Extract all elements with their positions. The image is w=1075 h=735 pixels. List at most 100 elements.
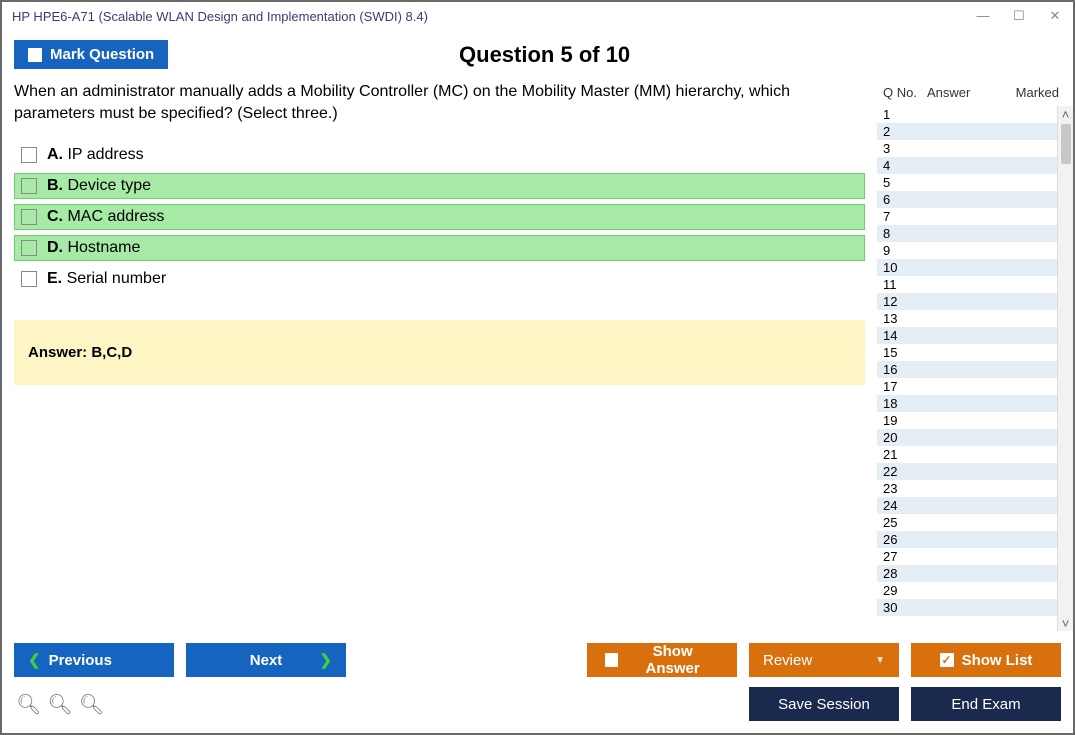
end-exam-button[interactable]: End Exam [911,687,1061,721]
row-qno: 22 [883,463,927,480]
sidebar-list: 1234567891011121314151617181920212223242… [877,106,1073,631]
row-qno: 19 [883,412,927,429]
option-row[interactable]: E. Serial number [14,266,865,292]
row-qno: 25 [883,514,927,531]
sidebar-row[interactable]: 28 [877,565,1073,582]
titlebar: HP HPE6-A71 (Scalable WLAN Design and Im… [2,2,1073,30]
sidebar-row[interactable]: 29 [877,582,1073,599]
mark-question-label: Mark Question [50,46,154,63]
row-qno: 3 [883,140,927,157]
option-label: B. Device type [47,177,151,195]
sidebar-row[interactable]: 19 [877,412,1073,429]
option-checkbox[interactable] [21,178,37,194]
sidebar-row[interactable]: 5 [877,174,1073,191]
footer: ❮ Previous Next ❯ Show Answer Review ▼ ✓… [2,631,1073,733]
zoom-in-icon[interactable]: 🔍︎ [16,692,41,717]
sidebar-row[interactable]: 21 [877,446,1073,463]
close-icon[interactable]: ✕ [1047,8,1063,24]
scroll-down-icon[interactable]: ˅ [1062,615,1070,631]
sidebar-row[interactable]: 12 [877,293,1073,310]
option-row[interactable]: B. Device type [14,173,865,199]
sidebar-row[interactable]: 30 [877,599,1073,616]
row-qno: 26 [883,531,927,548]
option-label: E. Serial number [47,270,166,288]
maximize-icon[interactable]: ☐ [1011,8,1027,24]
end-exam-label: End Exam [951,696,1020,713]
content-area: When an administrator manually adds a Mo… [2,81,1073,631]
sidebar-rows[interactable]: 1234567891011121314151617181920212223242… [877,106,1073,631]
sidebar-row[interactable]: 9 [877,242,1073,259]
window-title: HP HPE6-A71 (Scalable WLAN Design and Im… [12,9,428,24]
option-checkbox[interactable] [21,209,37,225]
scroll-thumb[interactable] [1061,124,1071,164]
zoom-icon[interactable]: 🔍︎ [47,692,72,717]
option-label: D. Hostname [47,239,140,257]
sidebar-row[interactable]: 2 [877,123,1073,140]
sidebar-row[interactable]: 15 [877,344,1073,361]
row-qno: 21 [883,446,927,463]
sidebar-row[interactable]: 8 [877,225,1073,242]
show-list-label: Show List [962,652,1033,669]
col-answer: Answer [927,85,1015,100]
sidebar-row[interactable]: 26 [877,531,1073,548]
show-list-button[interactable]: ✓ Show List [911,643,1061,677]
sidebar-row[interactable]: 6 [877,191,1073,208]
row-qno: 24 [883,497,927,514]
previous-button[interactable]: ❮ Previous [14,643,174,677]
sidebar-row[interactable]: 7 [877,208,1073,225]
sidebar-row[interactable]: 11 [877,276,1073,293]
option-label: C. MAC address [47,208,164,226]
option-checkbox[interactable] [21,147,37,163]
scroll-up-icon[interactable]: ˄ [1062,106,1070,122]
chevron-left-icon: ❮ [28,651,41,669]
previous-label: Previous [49,652,112,669]
sidebar-row[interactable]: 25 [877,514,1073,531]
chevron-right-icon: ❯ [319,651,332,669]
sidebar-row[interactable]: 14 [877,327,1073,344]
sidebar-row[interactable]: 22 [877,463,1073,480]
minimize-icon[interactable]: — [975,8,991,24]
row-qno: 6 [883,191,927,208]
checkbox-icon [605,653,618,667]
next-button[interactable]: Next ❯ [186,643,346,677]
row-qno: 16 [883,361,927,378]
options-list: A. IP address B. Device type C. MAC addres… [14,142,865,292]
zoom-out-icon[interactable]: 🔍︎ [79,692,104,717]
sidebar-row[interactable]: 10 [877,259,1073,276]
next-label: Next [250,652,283,669]
save-session-label: Save Session [778,696,870,713]
row-qno: 12 [883,293,927,310]
option-checkbox[interactable] [21,271,37,287]
option-checkbox[interactable] [21,240,37,256]
row-qno: 2 [883,123,927,140]
option-row[interactable]: A. IP address [14,142,865,168]
show-answer-label: Show Answer [626,643,719,677]
row-qno: 28 [883,565,927,582]
col-qno: Q No. [883,85,927,100]
option-row[interactable]: C. MAC address [14,204,865,230]
sidebar-row[interactable]: 13 [877,310,1073,327]
sidebar-header: Q No. Answer Marked [877,81,1073,106]
sidebar-row[interactable]: 17 [877,378,1073,395]
sidebar-row[interactable]: 4 [877,157,1073,174]
show-answer-button[interactable]: Show Answer [587,643,737,677]
checkbox-icon [28,48,42,62]
sidebar-row[interactable]: 20 [877,429,1073,446]
sidebar-row[interactable]: 27 [877,548,1073,565]
question-panel: When an administrator manually adds a Mo… [2,81,877,631]
footer-row-1: ❮ Previous Next ❯ Show Answer Review ▼ ✓… [14,643,1061,677]
mark-question-button[interactable]: Mark Question [14,40,168,69]
row-qno: 10 [883,259,927,276]
scrollbar[interactable]: ˄ ˅ [1057,106,1073,631]
sidebar-row[interactable]: 18 [877,395,1073,412]
row-qno: 13 [883,310,927,327]
sidebar-row[interactable]: 16 [877,361,1073,378]
sidebar-row[interactable]: 24 [877,497,1073,514]
save-session-button[interactable]: Save Session [749,687,899,721]
sidebar-row[interactable]: 23 [877,480,1073,497]
review-button[interactable]: Review ▼ [749,643,899,677]
sidebar-row[interactable]: 1 [877,106,1073,123]
option-row[interactable]: D. Hostname [14,235,865,261]
sidebar-row[interactable]: 3 [877,140,1073,157]
row-qno: 5 [883,174,927,191]
